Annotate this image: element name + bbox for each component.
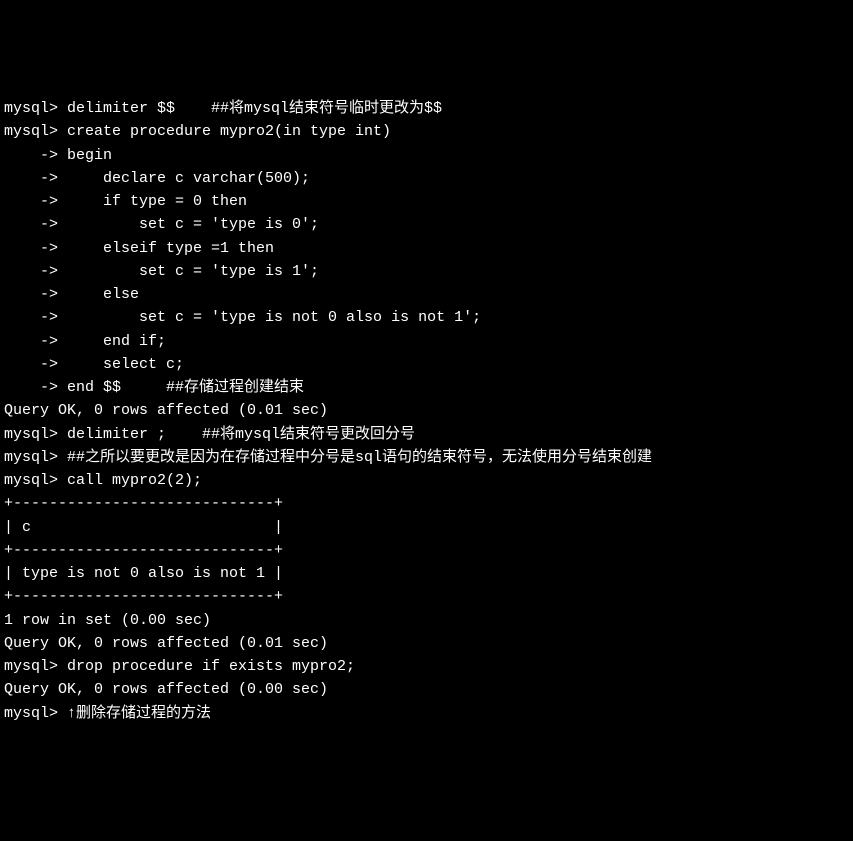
terminal-line: | type is not 0 also is not 1 | [4,562,849,585]
terminal-line: -> elseif type =1 then [4,237,849,260]
terminal-line: mysql> drop procedure if exists mypro2; [4,655,849,678]
terminal-line: mysql> delimiter $$ ##将mysql结束符号临时更改为$$ [4,97,849,120]
terminal-line: Query OK, 0 rows affected (0.01 sec) [4,632,849,655]
terminal-line: mysql> delimiter ; ##将mysql结束符号更改回分号 [4,423,849,446]
terminal-line: Query OK, 0 rows affected (0.01 sec) [4,399,849,422]
terminal-line: mysql> call mypro2(2); [4,469,849,492]
terminal-output[interactable]: mysql> delimiter $$ ##将mysql结束符号临时更改为$$m… [4,97,849,725]
terminal-line: -> else [4,283,849,306]
terminal-line: | c | [4,516,849,539]
terminal-line: -> end $$ ##存储过程创建结束 [4,376,849,399]
terminal-line: -> set c = 'type is not 0 also is not 1'… [4,306,849,329]
terminal-line: -> set c = 'type is 0'; [4,213,849,236]
terminal-line: +-----------------------------+ [4,492,849,515]
terminal-line: -> begin [4,144,849,167]
terminal-line: -> select c; [4,353,849,376]
terminal-line: Query OK, 0 rows affected (0.00 sec) [4,678,849,701]
terminal-line: mysql> ↑删除存储过程的方法 [4,702,849,725]
terminal-line: mysql> create procedure mypro2(in type i… [4,120,849,143]
terminal-line: 1 row in set (0.00 sec) [4,609,849,632]
terminal-line: +-----------------------------+ [4,539,849,562]
terminal-line: -> set c = 'type is 1'; [4,260,849,283]
terminal-line: mysql> ##之所以要更改是因为在存储过程中分号是sql语句的结束符号，无法… [4,446,849,469]
terminal-line: -> if type = 0 then [4,190,849,213]
terminal-line: +-----------------------------+ [4,585,849,608]
terminal-line: -> end if; [4,330,849,353]
terminal-line: -> declare c varchar(500); [4,167,849,190]
